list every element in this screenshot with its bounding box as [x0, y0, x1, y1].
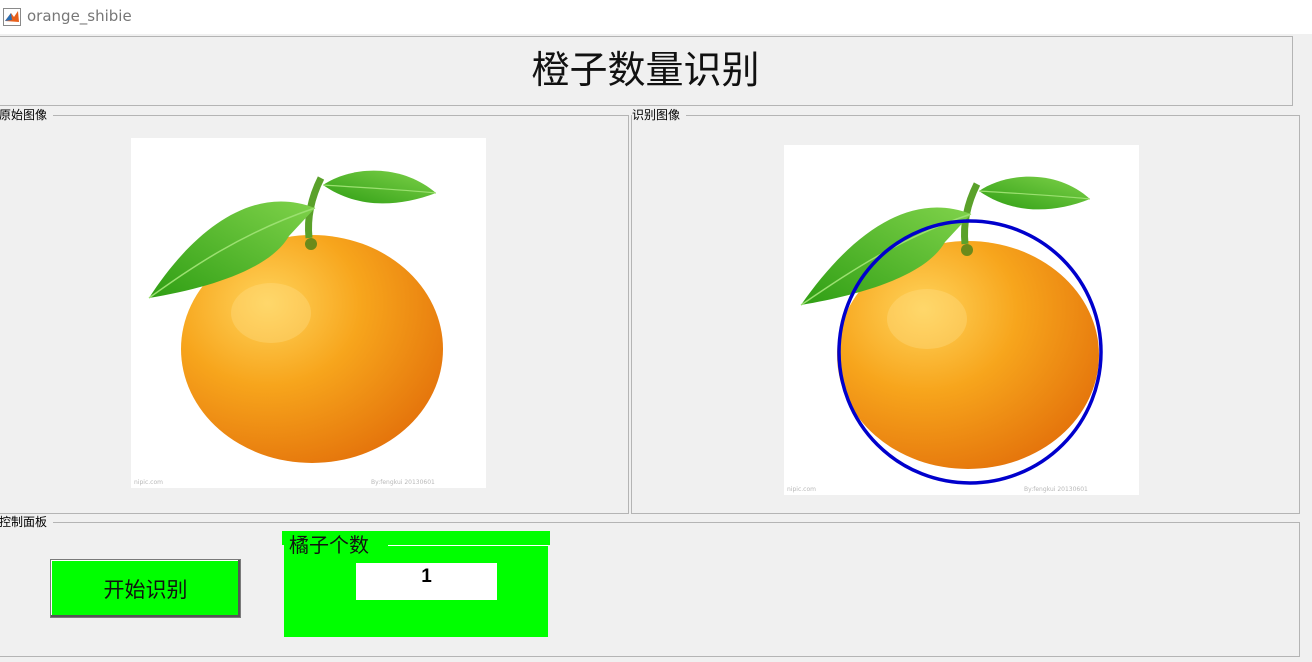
recognized-image-panel-title: 识别图像 — [632, 107, 687, 123]
svg-text:nipic.com: nipic.com — [787, 486, 816, 493]
orange-count-title: 橘子个数 — [289, 533, 369, 557]
window-title: orange_shibie — [27, 7, 132, 25]
window-titlebar: orange_shibie — [0, 0, 1312, 34]
orange-count-value: 1 — [356, 563, 497, 600]
matlab-icon — [3, 8, 21, 26]
recognized-orange-image: nipic.com By:fengkui 20130601 — [784, 145, 1139, 495]
svg-text:nipic.com: nipic.com — [134, 479, 163, 486]
original-image-panel-title: 原始图像 — [0, 107, 54, 123]
svg-text:By:fengkui 20130601: By:fengkui 20130601 — [1024, 486, 1088, 493]
control-panel-title: 控制面板 — [0, 514, 54, 530]
original-orange-image: nipic.com By:fengkui 20130601 — [131, 138, 486, 488]
title-panel: 橙子数量识别 — [0, 36, 1293, 106]
svg-text:By:fengkui 20130601: By:fengkui 20130601 — [371, 479, 435, 486]
page-title: 橙子数量识别 — [531, 48, 760, 92]
start-recognition-button[interactable]: 开始识别 — [50, 559, 241, 618]
count-group-divider — [388, 545, 548, 546]
